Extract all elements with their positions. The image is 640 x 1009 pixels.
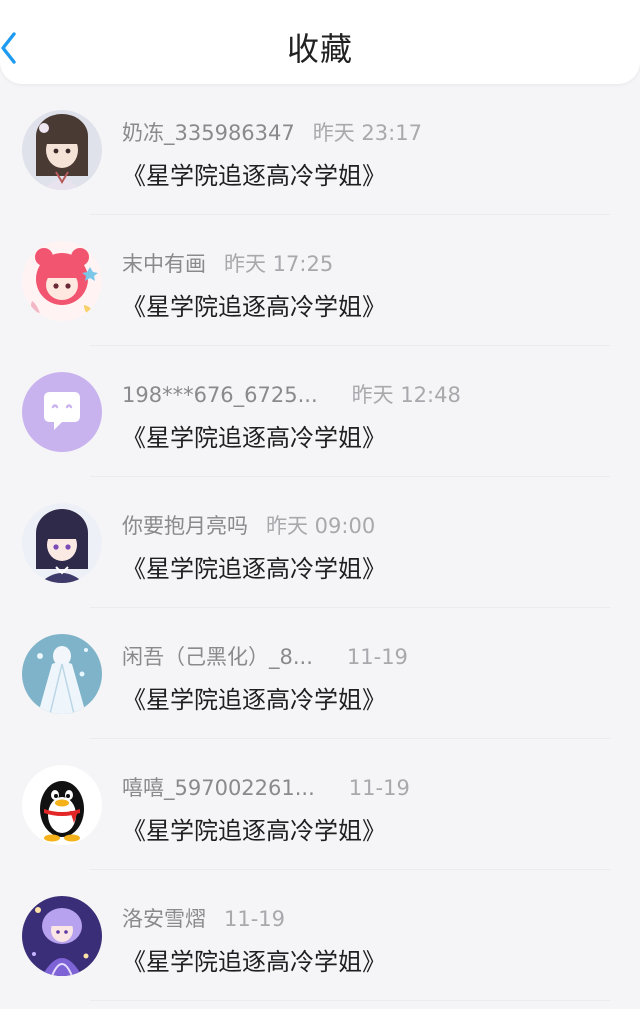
list-item[interactable]: 闲吾（己黑化）_8... 11-19 《星学院追逐高冷学姐》 xyxy=(0,608,640,739)
white-dress-fantasy-avatar-icon[interactable] xyxy=(22,634,102,714)
timestamp: 昨天 09:00 xyxy=(266,514,376,538)
username: 嘻嘻_597002261... xyxy=(122,776,315,800)
list-item[interactable]: 你要抱月亮吗 昨天 09:00 《星学院追逐高冷学姐》 xyxy=(0,477,640,608)
username: 奶冻_335986347 xyxy=(122,121,295,145)
purple-chat-bubble-avatar-icon[interactable] xyxy=(22,372,102,452)
favorites-list: 奶冻_335986347 昨天 23:17 《星学院追逐高冷学姐》 末中有画 昨天 … xyxy=(0,84,640,1001)
qq-penguin-avatar-icon[interactable] xyxy=(22,765,102,845)
timestamp: 11-19 xyxy=(346,645,408,669)
novel-title: 《星学院追逐高冷学姐》 xyxy=(122,948,386,976)
timestamp: 昨天 12:48 xyxy=(351,383,461,407)
pink-hair-chibi-avatar-icon[interactable] xyxy=(22,241,102,321)
novel-title: 《星学院追逐高冷学姐》 xyxy=(122,162,386,190)
list-item[interactable]: 洛安雪熠 11-19 《星学院追逐高冷学姐》 xyxy=(0,870,640,1001)
list-item[interactable]: 末中有画 昨天 17:25 《星学院追逐高冷学姐》 xyxy=(0,215,640,346)
page-title: 收藏 xyxy=(286,30,353,68)
novel-title: 《星学院追逐高冷学姐》 xyxy=(122,555,386,583)
username: 你要抱月亮吗 xyxy=(122,514,248,538)
list-item[interactable]: 嘻嘻_597002261... 11-19 《星学院追逐高冷学姐》 xyxy=(0,739,640,870)
username: 198***676_6725... xyxy=(122,383,318,407)
username: 闲吾（己黑化）_8... xyxy=(122,645,313,669)
timestamp: 昨天 23:17 xyxy=(312,121,422,145)
purple-fantasy-girl-avatar-icon[interactable] xyxy=(22,896,102,976)
top-bar: 收藏 xyxy=(0,0,640,84)
list-item[interactable]: 198***676_6725... 昨天 12:48 《星学院追逐高冷学姐》 xyxy=(0,346,640,477)
divider xyxy=(90,1000,610,1001)
list-item[interactable]: 奶冻_335986347 昨天 23:17 《星学院追逐高冷学姐》 xyxy=(0,84,640,215)
username: 洛安雪熠 xyxy=(122,907,206,931)
anime-girl-dark-hair-avatar-icon[interactable] xyxy=(22,503,102,583)
timestamp: 11-19 xyxy=(224,907,286,931)
timestamp: 11-19 xyxy=(348,776,410,800)
novel-title: 《星学院追逐高冷学姐》 xyxy=(122,293,386,321)
novel-title: 《星学院追逐高冷学姐》 xyxy=(122,817,386,845)
novel-title: 《星学院追逐高冷学姐》 xyxy=(122,424,386,452)
timestamp: 昨天 17:25 xyxy=(224,252,334,276)
anime-girl-brown-hair-avatar-icon[interactable] xyxy=(22,110,102,190)
username: 末中有画 xyxy=(122,252,206,276)
novel-title: 《星学院追逐高冷学姐》 xyxy=(122,686,386,714)
